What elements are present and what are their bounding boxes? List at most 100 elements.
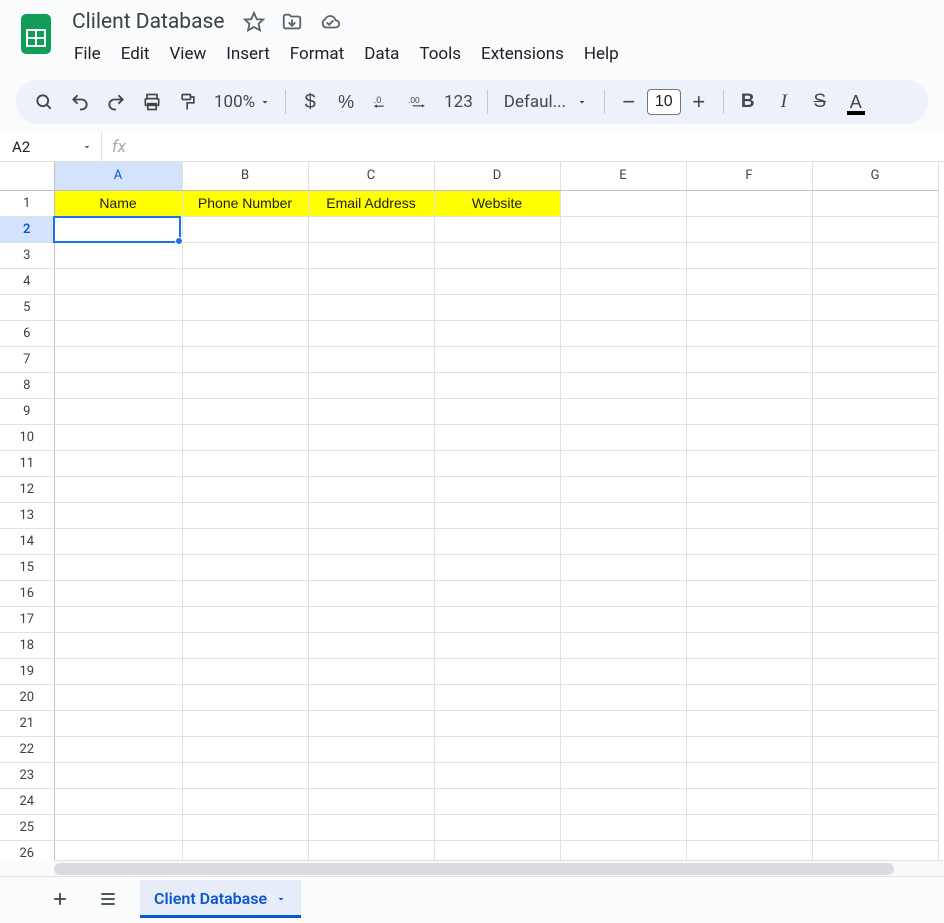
cell[interactable]	[182, 788, 308, 814]
cell[interactable]	[434, 814, 560, 840]
row-header[interactable]: 21	[0, 710, 54, 736]
strikethrough-icon[interactable]: S	[804, 86, 836, 118]
cell[interactable]	[560, 424, 686, 450]
cell[interactable]	[308, 658, 434, 684]
cell[interactable]	[54, 736, 182, 762]
cell[interactable]	[182, 372, 308, 398]
row-header[interactable]: 20	[0, 684, 54, 710]
cell[interactable]	[812, 554, 938, 580]
row-header[interactable]: 6	[0, 320, 54, 346]
cell[interactable]	[54, 632, 182, 658]
cell[interactable]	[560, 216, 686, 242]
cell[interactable]	[182, 476, 308, 502]
chevron-down-icon[interactable]	[275, 893, 287, 905]
cell[interactable]	[686, 398, 812, 424]
cell[interactable]	[182, 762, 308, 788]
row-header[interactable]: 25	[0, 814, 54, 840]
cell[interactable]	[812, 424, 938, 450]
cell[interactable]	[560, 840, 686, 860]
cell[interactable]	[812, 814, 938, 840]
cell[interactable]	[182, 684, 308, 710]
row-header[interactable]: 19	[0, 658, 54, 684]
column-header[interactable]: D	[434, 162, 560, 190]
increase-decimal-icon[interactable]: .00	[402, 86, 434, 118]
cell[interactable]	[812, 528, 938, 554]
cell[interactable]	[812, 320, 938, 346]
cell[interactable]	[54, 346, 182, 372]
cell[interactable]	[54, 424, 182, 450]
cell[interactable]	[182, 632, 308, 658]
menu-format[interactable]: Format	[282, 40, 352, 68]
row-header[interactable]: 26	[0, 840, 54, 860]
cell[interactable]	[686, 814, 812, 840]
select-all-corner[interactable]	[0, 162, 54, 190]
cell[interactable]	[812, 606, 938, 632]
cell[interactable]	[686, 684, 812, 710]
cell[interactable]	[182, 606, 308, 632]
cell[interactable]	[686, 190, 812, 216]
cell[interactable]	[686, 710, 812, 736]
cell[interactable]	[182, 502, 308, 528]
cell[interactable]	[182, 736, 308, 762]
cell[interactable]	[54, 294, 182, 320]
cell[interactable]	[686, 346, 812, 372]
row-header[interactable]: 8	[0, 372, 54, 398]
cell[interactable]	[560, 372, 686, 398]
cell[interactable]	[434, 840, 560, 860]
row-header[interactable]: 9	[0, 398, 54, 424]
cell[interactable]	[686, 424, 812, 450]
search-icon[interactable]	[28, 86, 60, 118]
cell[interactable]	[308, 554, 434, 580]
cell[interactable]	[560, 554, 686, 580]
cell[interactable]	[308, 762, 434, 788]
row-header[interactable]: 13	[0, 502, 54, 528]
cell[interactable]	[54, 762, 182, 788]
cell[interactable]	[434, 346, 560, 372]
cell[interactable]: Name	[54, 190, 182, 216]
menu-insert[interactable]: Insert	[218, 40, 278, 68]
star-icon[interactable]	[243, 11, 265, 33]
cell[interactable]	[686, 528, 812, 554]
cell[interactable]	[812, 294, 938, 320]
cell[interactable]	[434, 476, 560, 502]
cell[interactable]	[686, 762, 812, 788]
cell[interactable]	[182, 294, 308, 320]
cell[interactable]	[182, 450, 308, 476]
font-select[interactable]: Defaul...	[496, 87, 596, 117]
cell[interactable]	[434, 580, 560, 606]
cell[interactable]	[308, 528, 434, 554]
cell[interactable]	[560, 528, 686, 554]
menu-file[interactable]: File	[66, 40, 109, 68]
font-size-input[interactable]	[647, 89, 681, 115]
column-header[interactable]: B	[182, 162, 308, 190]
cell[interactable]	[308, 476, 434, 502]
row-header[interactable]: 1	[0, 190, 54, 216]
row-header[interactable]: 10	[0, 424, 54, 450]
cell[interactable]	[434, 684, 560, 710]
cell[interactable]	[434, 320, 560, 346]
cell[interactable]	[434, 658, 560, 684]
cell[interactable]	[54, 658, 182, 684]
cell[interactable]	[686, 606, 812, 632]
cell[interactable]	[434, 554, 560, 580]
move-icon[interactable]	[281, 11, 303, 33]
row-header[interactable]: 23	[0, 762, 54, 788]
cell[interactable]	[686, 320, 812, 346]
currency-icon[interactable]: $	[294, 86, 326, 118]
cell[interactable]	[434, 294, 560, 320]
cell[interactable]	[812, 476, 938, 502]
cell[interactable]	[812, 450, 938, 476]
cell[interactable]	[686, 580, 812, 606]
cell[interactable]	[182, 658, 308, 684]
cell[interactable]	[812, 216, 938, 242]
cell[interactable]	[560, 632, 686, 658]
cell[interactable]	[308, 268, 434, 294]
cell[interactable]	[560, 476, 686, 502]
cell[interactable]	[308, 216, 434, 242]
name-box[interactable]: A2	[0, 132, 102, 161]
cell[interactable]	[560, 658, 686, 684]
cell[interactable]	[54, 216, 182, 242]
cell[interactable]	[560, 814, 686, 840]
cell[interactable]	[54, 684, 182, 710]
row-header[interactable]: 3	[0, 242, 54, 268]
